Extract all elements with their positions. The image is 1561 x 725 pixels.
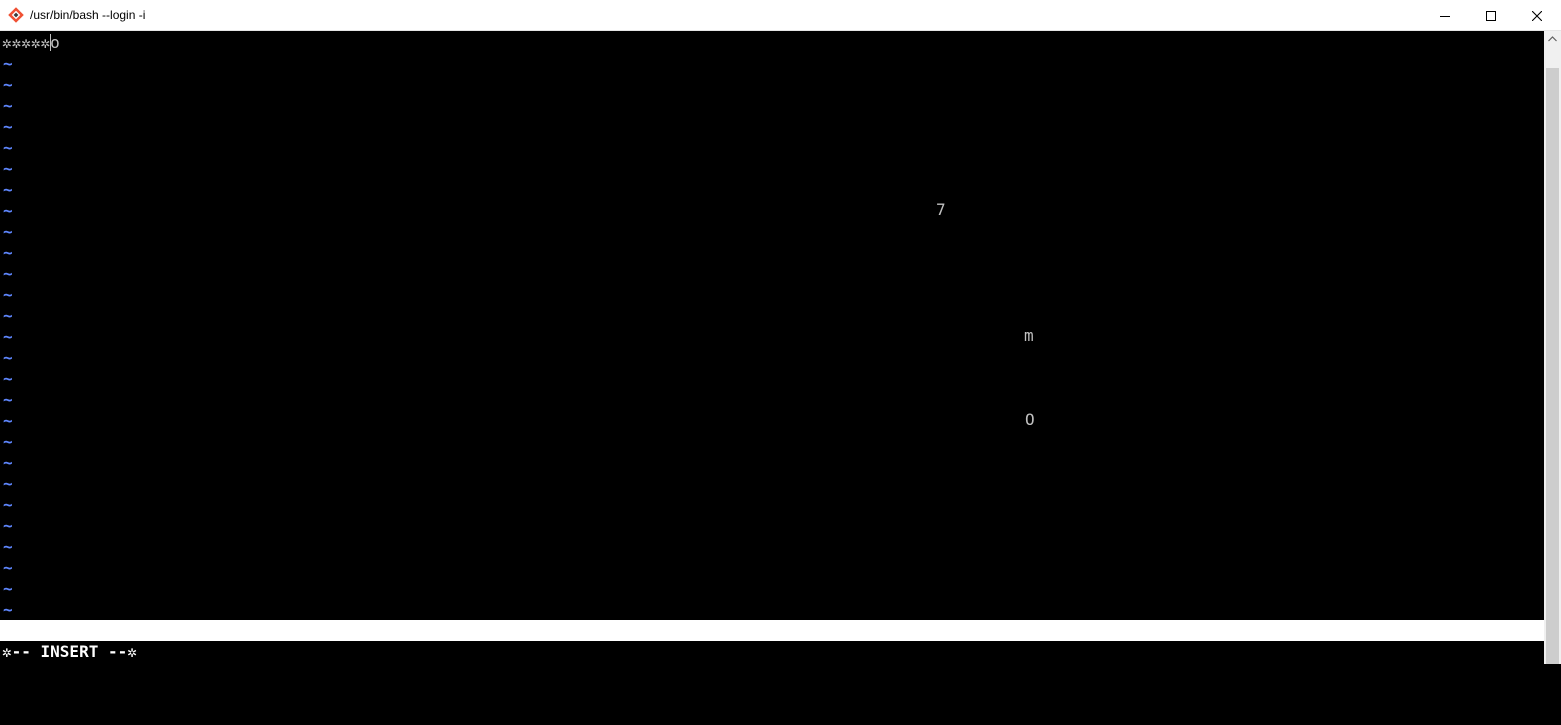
- empty-line-marker: ~: [3, 138, 13, 157]
- buffer-line-1-text: ✲✲✲✲✲: [2, 33, 51, 52]
- statusline-cursor-position: 1✲6: [1354, 663, 1383, 682]
- stray-char: O: [1025, 410, 1035, 429]
- empty-line-marker: ~: [3, 285, 13, 304]
- empty-line-marker: ~: [3, 180, 13, 199]
- vertical-scrollbar[interactable]: [1544, 31, 1561, 664]
- close-button[interactable]: [1514, 0, 1560, 31]
- empty-line-marker: ~: [3, 390, 13, 409]
- empty-line-marker: ~: [3, 75, 13, 94]
- minimize-button[interactable]: [1422, 0, 1468, 31]
- window-titlebar[interactable]: /usr/bin/bash --login -i: [0, 0, 1561, 31]
- buffer-line-1-tail: o: [50, 33, 60, 52]
- stray-char: m: [1024, 326, 1034, 345]
- minimize-icon: [1440, 15, 1450, 17]
- window-title: /usr/bin/bash --login -i: [30, 8, 146, 22]
- scrollbar-thumb[interactable]: [1546, 68, 1559, 664]
- empty-line-marker: ~: [3, 411, 13, 430]
- vim-statusline: ✲[No Name]✲[+] 1✲6 Al: [0, 620, 1544, 703]
- empty-line-marker: ~: [3, 537, 13, 556]
- terminal-area[interactable]: ✲✲✲✲✲o ~ ~ ~ ~ ~ ~ ~ ~ ~ ~ ~ ~ ~ ~ ~ ~ ~…: [0, 31, 1544, 703]
- empty-line-marker: ~: [3, 201, 13, 220]
- buffer-line-1: ✲✲✲✲✲o: [2, 32, 60, 53]
- empty-line-marker: ~: [3, 495, 13, 514]
- empty-line-marker: ~: [3, 474, 13, 493]
- close-icon: [1532, 10, 1542, 21]
- empty-line-marker: ~: [3, 369, 13, 388]
- empty-line-marker: ~: [3, 54, 13, 73]
- empty-line-marker: ~: [3, 453, 13, 472]
- empty-line-marker: ~: [3, 600, 13, 619]
- empty-line-marker: ~: [3, 222, 13, 241]
- vim-mode-indicator: ✲-- INSERT --✲: [2, 642, 137, 661]
- stray-char: 7: [936, 200, 946, 219]
- empty-line-marker: ~: [3, 579, 13, 598]
- empty-line-marker: ~: [3, 243, 13, 262]
- scroll-up-arrow-icon[interactable]: [1548, 36, 1557, 42]
- empty-line-marker: ~: [3, 306, 13, 325]
- empty-line-marker: ~: [3, 96, 13, 115]
- empty-line-marker: ~: [3, 432, 13, 451]
- git-bash-icon: [8, 7, 24, 23]
- empty-line-marker: ~: [3, 264, 13, 283]
- empty-line-marker: ~: [3, 558, 13, 577]
- empty-line-marker: ~: [3, 327, 13, 346]
- empty-line-marker: ~: [3, 348, 13, 367]
- maximize-icon: [1486, 10, 1496, 21]
- statusline-scroll-percent: Al: [1519, 684, 1539, 703]
- empty-line-marker: ~: [3, 159, 13, 178]
- empty-line-marker: ~: [3, 117, 13, 136]
- maximize-button[interactable]: [1468, 0, 1514, 31]
- empty-line-marker: ~: [3, 516, 13, 535]
